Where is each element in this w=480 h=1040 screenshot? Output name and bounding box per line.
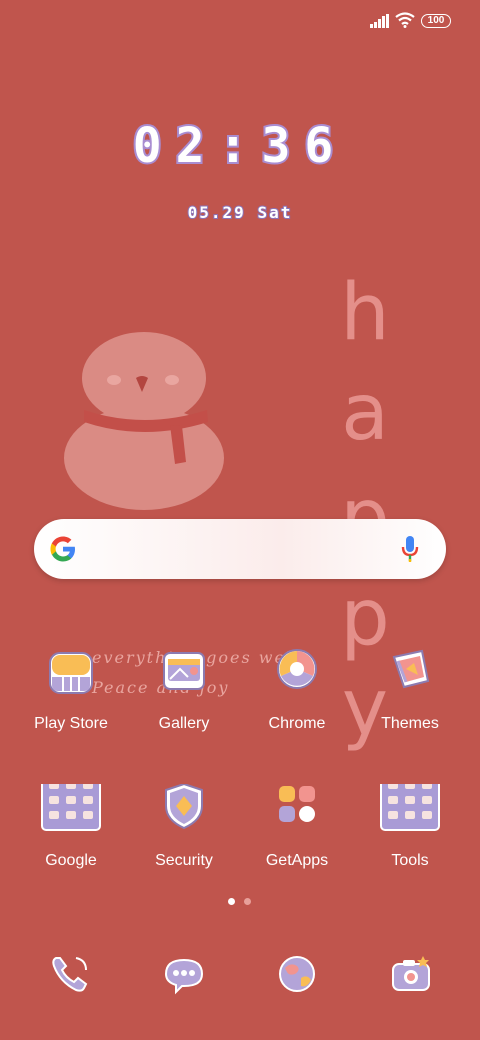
app-label: Gallery (158, 715, 210, 732)
wifi-icon (395, 12, 415, 28)
google-search-bar[interactable] (34, 519, 446, 579)
phone-icon[interactable] (46, 950, 94, 998)
chrome-icon (277, 649, 317, 689)
app-label: GetApps (265, 852, 329, 869)
app-getapps[interactable]: GetApps (242, 784, 352, 894)
app-label: Themes (381, 715, 439, 732)
app-play-store[interactable]: Play Store (16, 647, 126, 757)
snowman-wallpaper-illustration (64, 332, 224, 510)
clock-time: 02:36 (131, 116, 348, 176)
clock-widget[interactable]: 02:36 (0, 116, 480, 188)
browser-icon[interactable] (273, 950, 321, 998)
app-label: Chrome (268, 715, 326, 732)
app-label: Tools (391, 852, 429, 869)
getapps-icon (279, 786, 315, 822)
app-security[interactable]: Security (129, 784, 239, 894)
play-store-icon (49, 652, 93, 694)
app-label: Google (45, 852, 97, 869)
battery-icon: 100 (421, 14, 451, 28)
google-g-icon (50, 536, 75, 562)
wallpaper-letter: h (340, 268, 390, 358)
app-themes[interactable]: Themes (355, 647, 465, 757)
google-folder-icon (41, 784, 101, 831)
app-folder-google[interactable]: Google (16, 784, 126, 894)
app-chrome[interactable]: Chrome (242, 647, 352, 757)
tools-folder-icon (380, 784, 440, 831)
page-indicator (228, 898, 254, 906)
security-icon (165, 784, 203, 830)
signal-icon (370, 14, 389, 28)
app-label: Security (155, 852, 213, 869)
mic-icon[interactable] (400, 534, 420, 564)
app-gallery[interactable]: Gallery (129, 647, 239, 757)
app-label: Play Store (34, 715, 108, 732)
themes-icon (392, 649, 430, 689)
status-bar: 100 (0, 0, 480, 44)
page-dot[interactable] (244, 898, 251, 905)
page-dot-active[interactable] (228, 898, 235, 905)
app-folder-tools[interactable]: Tools (355, 784, 465, 894)
camera-icon[interactable] (387, 950, 435, 998)
date-text: 05.29 Sat (187, 202, 293, 223)
wallpaper-letter: a (341, 368, 389, 458)
gallery-icon (163, 652, 205, 690)
messages-icon[interactable] (160, 950, 208, 998)
